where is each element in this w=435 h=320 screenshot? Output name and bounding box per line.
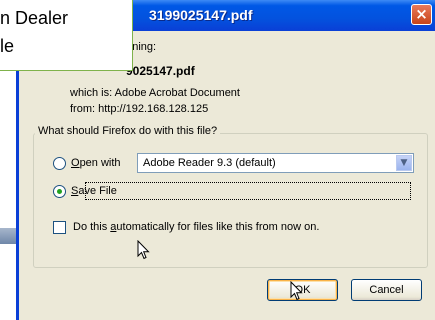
- auto-text: utomatically for files like this from no…: [116, 221, 320, 233]
- save-file-radio[interactable]: [53, 185, 66, 198]
- radio-selected-dot: [57, 189, 62, 194]
- open-with-text: pen with: [79, 157, 121, 169]
- auto-checkbox[interactable]: [53, 221, 66, 234]
- cancel-button[interactable]: Cancel: [351, 279, 422, 301]
- dialog-title: 3199025147.pdf: [149, 7, 253, 23]
- open-with-label[interactable]: Open with: [71, 157, 121, 169]
- open-with-select[interactable]: Adobe Reader 9.3 (default) ▼: [137, 153, 414, 173]
- save-file-text: ave File: [78, 185, 117, 197]
- file-source: from: http://192.168.128.125: [70, 103, 209, 115]
- save-file-label[interactable]: Save File: [71, 185, 117, 197]
- file-type: which is: Adobe Acrobat Document: [70, 87, 240, 99]
- callout-box: n Dealer le: [0, 0, 133, 71]
- chevron-down-icon[interactable]: ▼: [396, 155, 412, 171]
- open-with-radio[interactable]: [53, 157, 66, 170]
- close-button[interactable]: ×: [411, 4, 432, 25]
- callout-line-1: n Dealer: [0, 8, 69, 28]
- save-file-focus: [85, 182, 411, 200]
- auto-label[interactable]: Do this automatically for files like thi…: [73, 221, 319, 233]
- file-name: 9025147.pdf: [126, 64, 195, 78]
- open-with-app: Adobe Reader 9.3 (default): [143, 157, 276, 169]
- open-with-accel: O: [71, 157, 80, 169]
- action-question: What should Firefox do with this file?: [35, 125, 221, 137]
- close-icon: ×: [415, 5, 428, 23]
- callout-line-2: le: [0, 36, 15, 56]
- auto-prefix: Do this: [73, 221, 111, 233]
